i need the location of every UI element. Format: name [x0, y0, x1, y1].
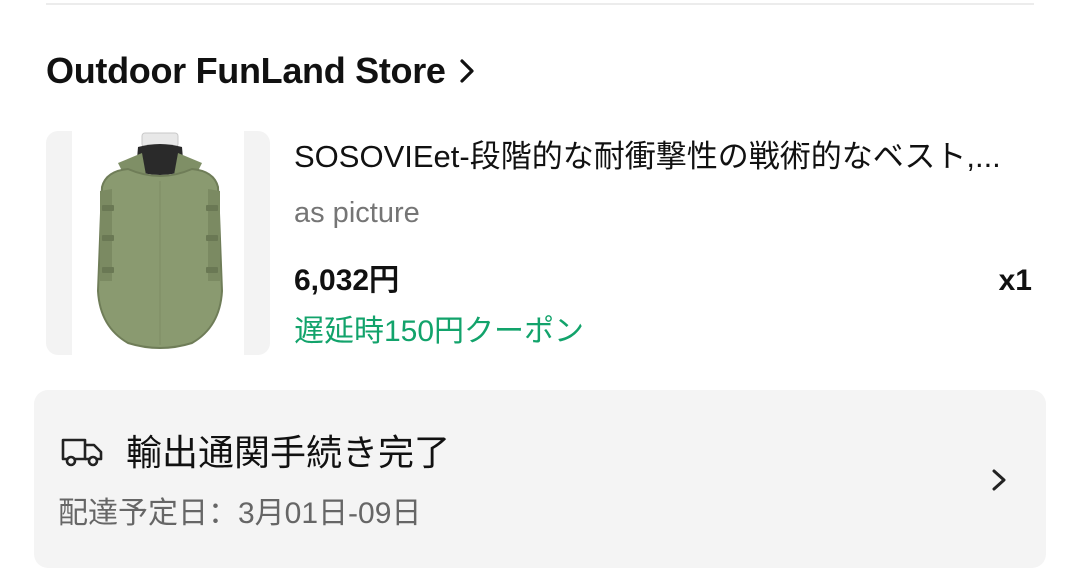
product-variant: as picture: [294, 197, 420, 229]
product-title[interactable]: SOSOVIEet-段階的な耐衝撃性の戦術的なベスト,...: [294, 136, 1034, 178]
delay-coupon-text: 遅延時150円クーポン: [294, 315, 585, 348]
product-image-background: [72, 131, 244, 355]
chevron-right-icon: [992, 469, 1006, 491]
delivery-estimate: 配達予定日：3月01日-09日: [58, 497, 422, 530]
top-divider: [46, 3, 1034, 5]
store-header-link[interactable]: Outdoor FunLand Store: [46, 46, 478, 96]
product-image[interactable]: [46, 131, 270, 355]
shipping-status-card[interactable]: 輸出通関手続き完了 配達予定日：3月01日-09日: [34, 390, 1046, 568]
chevron-right-icon: [460, 59, 474, 83]
truck-icon: [61, 438, 103, 467]
shipping-status: 輸出通関手続き完了: [126, 432, 451, 473]
vest-illustration: [96, 132, 224, 349]
store-name: Outdoor FunLand Store: [46, 50, 446, 91]
product-price: 6,032円: [294, 264, 400, 297]
product-quantity: x1: [998, 264, 1032, 297]
